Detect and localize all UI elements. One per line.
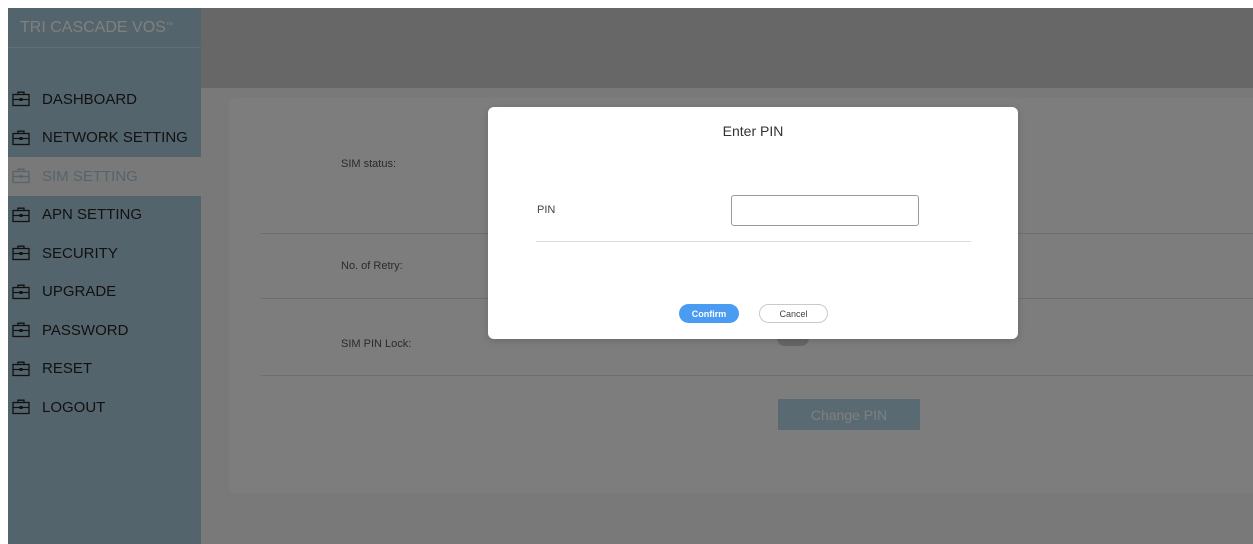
dialog-title: Enter PIN [722,123,784,139]
pin-input[interactable] [731,195,919,226]
confirm-button[interactable]: Confirm [679,304,739,323]
cancel-button[interactable]: Cancel [759,304,828,323]
dialog-divider [536,241,971,242]
pin-label: PIN [537,204,556,216]
enter-pin-dialog: Enter PIN PIN Confirm Cancel [488,107,1018,339]
